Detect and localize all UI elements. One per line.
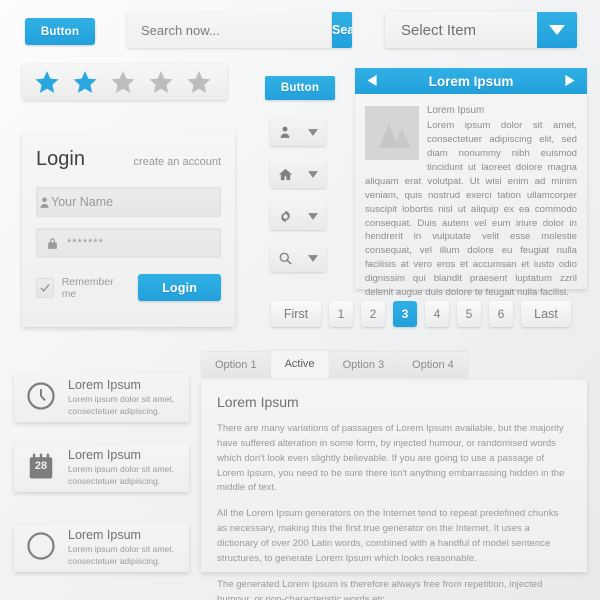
list-item[interactable]: Lorem Ipsum Lorem ipsum dolor sit amet, … [14,374,189,422]
lock-icon [37,237,67,250]
pagination-page-6[interactable]: 6 [489,301,513,327]
user-icon [37,196,51,209]
settings-dropdown[interactable] [270,202,326,230]
login-title: Login [36,148,85,170]
remember-me-checkbox[interactable] [36,277,54,298]
create-account-link[interactable]: create an account [134,156,221,168]
chevron-down-icon[interactable] [537,12,577,48]
pagination-page-3[interactable]: 3 [393,301,417,327]
image-placeholder [365,106,419,160]
star-rating[interactable] [22,64,227,100]
carousel-panel: Lorem Ipsum Lorem Ipsum Lorem ipsum dolo… [355,68,587,298]
caret-right-icon[interactable] [565,74,575,89]
list-item-desc: Lorem ipsum dolor sit amet, consectetuer… [68,394,175,416]
password-field[interactable]: ******* [36,228,221,258]
star-icon-3[interactable] [110,69,136,95]
tab-paragraph-3: The generated Lorem Ipsum is therefore a… [217,578,543,600]
login-submit-button[interactable]: Login [138,274,221,301]
search-input[interactable] [127,12,332,48]
username-field[interactable] [36,187,221,217]
carousel-header: Lorem Ipsum [355,68,587,94]
pagination-page-4[interactable]: 4 [425,301,449,327]
carousel-body-text: aliquam erat volutpat. Ut wisi enim ad m… [365,175,577,299]
pagination-page-2[interactable]: 2 [361,301,385,327]
star-icon-4[interactable] [148,69,174,95]
list-item-title: Lorem Ipsum [68,528,141,543]
user-icon [280,126,290,138]
second-button-label: Button [280,82,320,94]
search-icon [279,252,292,265]
tab-bar: Option 1 Active Option 3 Option 4 [201,351,468,378]
username-input[interactable] [51,195,220,209]
tab-active[interactable]: Active [270,351,329,378]
pagination-last[interactable]: Last [521,301,571,327]
user-dropdown[interactable] [270,118,326,146]
carousel-title: Lorem Ipsum [428,73,514,89]
remember-me-label: Remember me [61,275,114,300]
search-bar: Search [127,12,352,48]
tab-paragraph-1: There are many variations of passages of… [217,423,565,494]
list-item[interactable]: Lorem Ipsum Lorem ipsum dolor sit amet, … [14,524,189,572]
calendar-icon: 28 [26,451,56,486]
gear-icon [280,209,290,223]
list-item[interactable]: 28 Lorem Ipsum Lorem ipsum dolor sit ame… [14,444,189,492]
chevron-down-icon [308,212,319,220]
search-dropdown[interactable] [270,244,326,272]
tab-option-3[interactable]: Option 3 [328,352,399,378]
tab-content-heading: Lorem Ipsum [217,394,299,410]
pagination: First 1 2 3 4 5 6 Last [271,301,571,327]
top-button-label: Button [40,25,80,38]
tab-paragraph-2: All the Lorem Ipsum generators on the In… [217,508,559,564]
star-icon-5[interactable] [186,69,212,95]
pagination-page-1[interactable]: 1 [329,301,353,327]
clock-icon [26,381,56,416]
calendar-day-badge: 28 [34,459,48,472]
pagination-first[interactable]: First [271,301,321,327]
pagination-page-5[interactable]: 5 [457,301,481,327]
top-button[interactable]: Button [25,18,95,45]
tab-content-panel: Lorem Ipsum There are many variations of… [201,380,587,600]
login-panel: Login create an account ******* Rem [22,132,235,327]
second-button[interactable]: Button [265,76,335,100]
caret-left-icon[interactable] [367,74,377,89]
search-button[interactable]: Search [332,12,352,48]
star-icon-2[interactable] [72,69,98,95]
select-item-dropdown[interactable]: Select Item [385,12,577,48]
chevron-down-icon [308,128,318,136]
select-item-value: Select Item [385,12,537,48]
password-value: ******* [67,237,104,249]
login-submit-label: Login [162,280,198,295]
list-item-desc: Lorem ipsum dolor sit amet, consectetuer… [68,464,175,486]
list-item-title: Lorem Ipsum [68,448,141,463]
tab-option-4[interactable]: Option 4 [398,352,468,378]
home-dropdown[interactable] [270,160,326,188]
carousel-lead-text: Lorem ipsum dolor sit amet, consectetuer… [427,120,577,173]
compass-icon [26,531,56,566]
tab-option-1[interactable]: Option 1 [201,352,271,378]
chevron-down-icon [308,254,319,262]
home-icon [278,168,292,180]
carousel-body: Lorem Ipsum Lorem ipsum dolor sit amet, … [355,94,587,298]
chevron-down-icon [308,170,319,178]
star-icon-1[interactable] [34,69,60,95]
list-item-desc: Lorem ipsum dolor sit amet, consectetuer… [68,544,175,566]
list-item-title: Lorem Ipsum [68,378,141,393]
